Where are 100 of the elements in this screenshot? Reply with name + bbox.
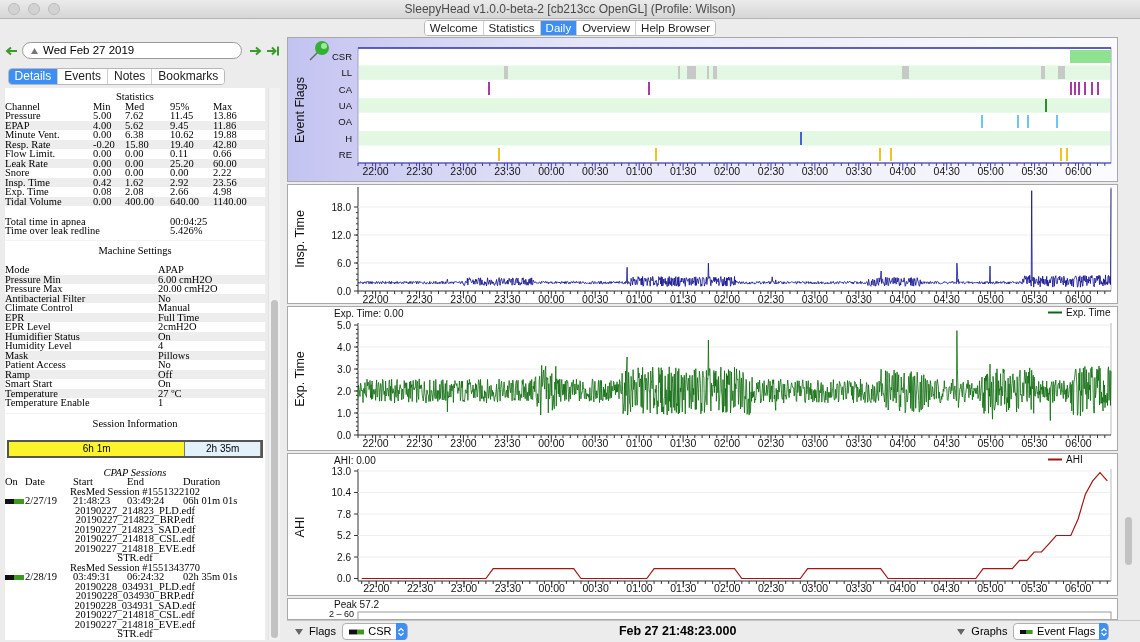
axis-tick-label: 6.0	[337, 257, 351, 269]
table-cell-text: 0.00	[170, 168, 190, 178]
scrollbar-thumb[interactable]	[1125, 517, 1132, 565]
file-name: 20190227_214818_EVE.edf	[73, 619, 197, 629]
session-toggle[interactable]	[5, 499, 24, 505]
table-cell-text: Flow Limit.	[5, 149, 57, 159]
setting-value: Pillows	[158, 350, 191, 360]
setting-value: On	[158, 379, 172, 389]
window-close-button[interactable]	[8, 3, 20, 15]
column-header: Start	[73, 477, 94, 487]
axis-tick-label: 03:00	[801, 582, 829, 594]
axis-tick-label: 06:00	[1065, 293, 1092, 303]
setting-value: Manual	[158, 303, 192, 313]
table-cell-text: 42.80	[213, 139, 238, 149]
setting-label: Humidity Level	[5, 341, 73, 351]
axis-tick-label: 04:30	[933, 437, 960, 449]
timestamp: Feb 27 21:48:23.000	[618, 623, 737, 641]
dropdown[interactable]: CSR	[341, 623, 408, 640]
axis-tick-label: 04:30	[933, 293, 960, 303]
axis-title: Exp. Time	[293, 351, 307, 407]
axis-tick-label: 01:00	[626, 582, 653, 594]
pushpin-icon	[309, 41, 329, 61]
scrollbar[interactable]	[268, 88, 280, 640]
disclosure-icon[interactable]	[957, 628, 966, 635]
axis-tick-label: 06:00	[1065, 437, 1092, 449]
setting-label: Climate Control	[5, 303, 74, 313]
disclosure-icon[interactable]	[295, 628, 303, 635]
file-name: 20190227_214818_EVE.edf	[73, 543, 197, 553]
axis-tick-label: 23:30	[494, 582, 521, 594]
axis-tick-label: 23:30	[494, 165, 521, 177]
table-cell-text: 2.08	[125, 187, 145, 197]
scrollbar-thumb[interactable]	[271, 300, 278, 638]
table-cell-text: -0.20	[93, 139, 116, 149]
table-cell-text: 4.98	[213, 187, 233, 197]
axis-tick-label: 12.0	[331, 229, 351, 241]
axis-tick-label: 05:30	[1021, 437, 1048, 449]
forward-arrow-icon[interactable]	[249, 45, 262, 56]
axis-tick-label: 00:30	[582, 293, 609, 303]
file-name: 20190227_214818_CSL.edf	[74, 534, 195, 544]
axis-tick-label: 23:30	[494, 437, 521, 449]
axis-tick-label: 05:30	[1021, 165, 1048, 177]
table-cell-text: 15.80	[125, 139, 150, 149]
axis-tick-label: 10.4	[331, 487, 351, 498]
stepper-icon[interactable]	[1100, 626, 1107, 637]
table-cell-text: 0.00	[93, 196, 113, 206]
axis-tick-label: 04:00	[889, 293, 916, 303]
table-cell-text: 10.62	[170, 130, 195, 140]
tab[interactable]: Welcome	[424, 21, 484, 35]
setting-label: Temperature	[5, 388, 59, 398]
table-cell-text: 6.38	[125, 130, 145, 140]
date-field[interactable]: Wed Feb 27 2019	[22, 42, 242, 59]
session-segment[interactable]: 6h 1m	[9, 441, 186, 456]
session-segment[interactable]: 2h 35m	[185, 441, 261, 456]
axis-tick-label: 22:00	[363, 582, 390, 594]
table-cell-text: 0.42	[93, 177, 113, 187]
section-title: Session Information	[91, 418, 179, 428]
summary-value: 5.426%	[170, 226, 204, 236]
dropdown[interactable]: Event Flags	[1013, 623, 1110, 640]
setting-value: No	[158, 293, 172, 303]
summary-value: 00:04:25	[170, 216, 209, 226]
dropdown-icon[interactable]	[31, 47, 38, 54]
legend-swatch	[1047, 311, 1063, 314]
axis-tick-label: 0.0	[337, 429, 351, 441]
table-cell-text: 7.62	[125, 111, 145, 121]
axis-tick-label: 0.0	[337, 573, 351, 584]
stepper-icon[interactable]	[398, 626, 405, 637]
flag-label: CA	[338, 83, 352, 95]
axis-tick-label: 00:00	[538, 165, 565, 177]
axis-tick-label: 03:00	[801, 293, 829, 303]
setting-value: APAP	[158, 265, 185, 275]
window-zoom-button[interactable]	[48, 3, 60, 15]
axis-tick-label: 00:30	[582, 165, 609, 177]
legend-label: AHI	[1066, 454, 1083, 465]
axis-tick-label: 22:30	[407, 582, 434, 594]
window-minimize-button[interactable]	[28, 3, 40, 15]
table-cell-text: 0.00	[93, 149, 113, 159]
axis-tick-label: 23:30	[494, 293, 521, 303]
axis-tick-label: 01:00	[626, 293, 653, 303]
table-cell-text: 25.20	[170, 158, 195, 168]
section-title: CPAP Sessions	[102, 467, 168, 477]
axis-tick-label: 03:30	[845, 165, 872, 177]
axis-tick-label: 5.0	[337, 319, 351, 331]
axis-tick-label: 01:30	[669, 165, 697, 177]
setting-value: Full Time	[158, 312, 201, 322]
color-swatch-icon	[348, 628, 365, 635]
axis-tick-label: 13.0	[331, 465, 351, 477]
jump-to-end-icon[interactable]	[266, 45, 280, 56]
table-cell-text: 400.00	[125, 196, 155, 206]
axis-tick-label: 4.0	[337, 341, 351, 353]
table-cell-text: 60.00	[213, 158, 238, 168]
axis-tick-label: 06:00	[1065, 165, 1092, 177]
back-arrow-icon[interactable]	[5, 45, 18, 56]
table-cell-text: 9.45	[170, 120, 190, 130]
section-title: Statistics	[115, 92, 155, 102]
file-name: 20190227_214823_PLD.edf	[74, 505, 196, 515]
setting-value: 2cmH2O	[158, 322, 198, 332]
session-toggle[interactable]	[5, 575, 24, 581]
axis-tick-label: 02:30	[757, 582, 785, 594]
setting-value: 6.00 cmH2O	[158, 274, 214, 284]
axis-tick-label: 22:30	[406, 165, 433, 177]
